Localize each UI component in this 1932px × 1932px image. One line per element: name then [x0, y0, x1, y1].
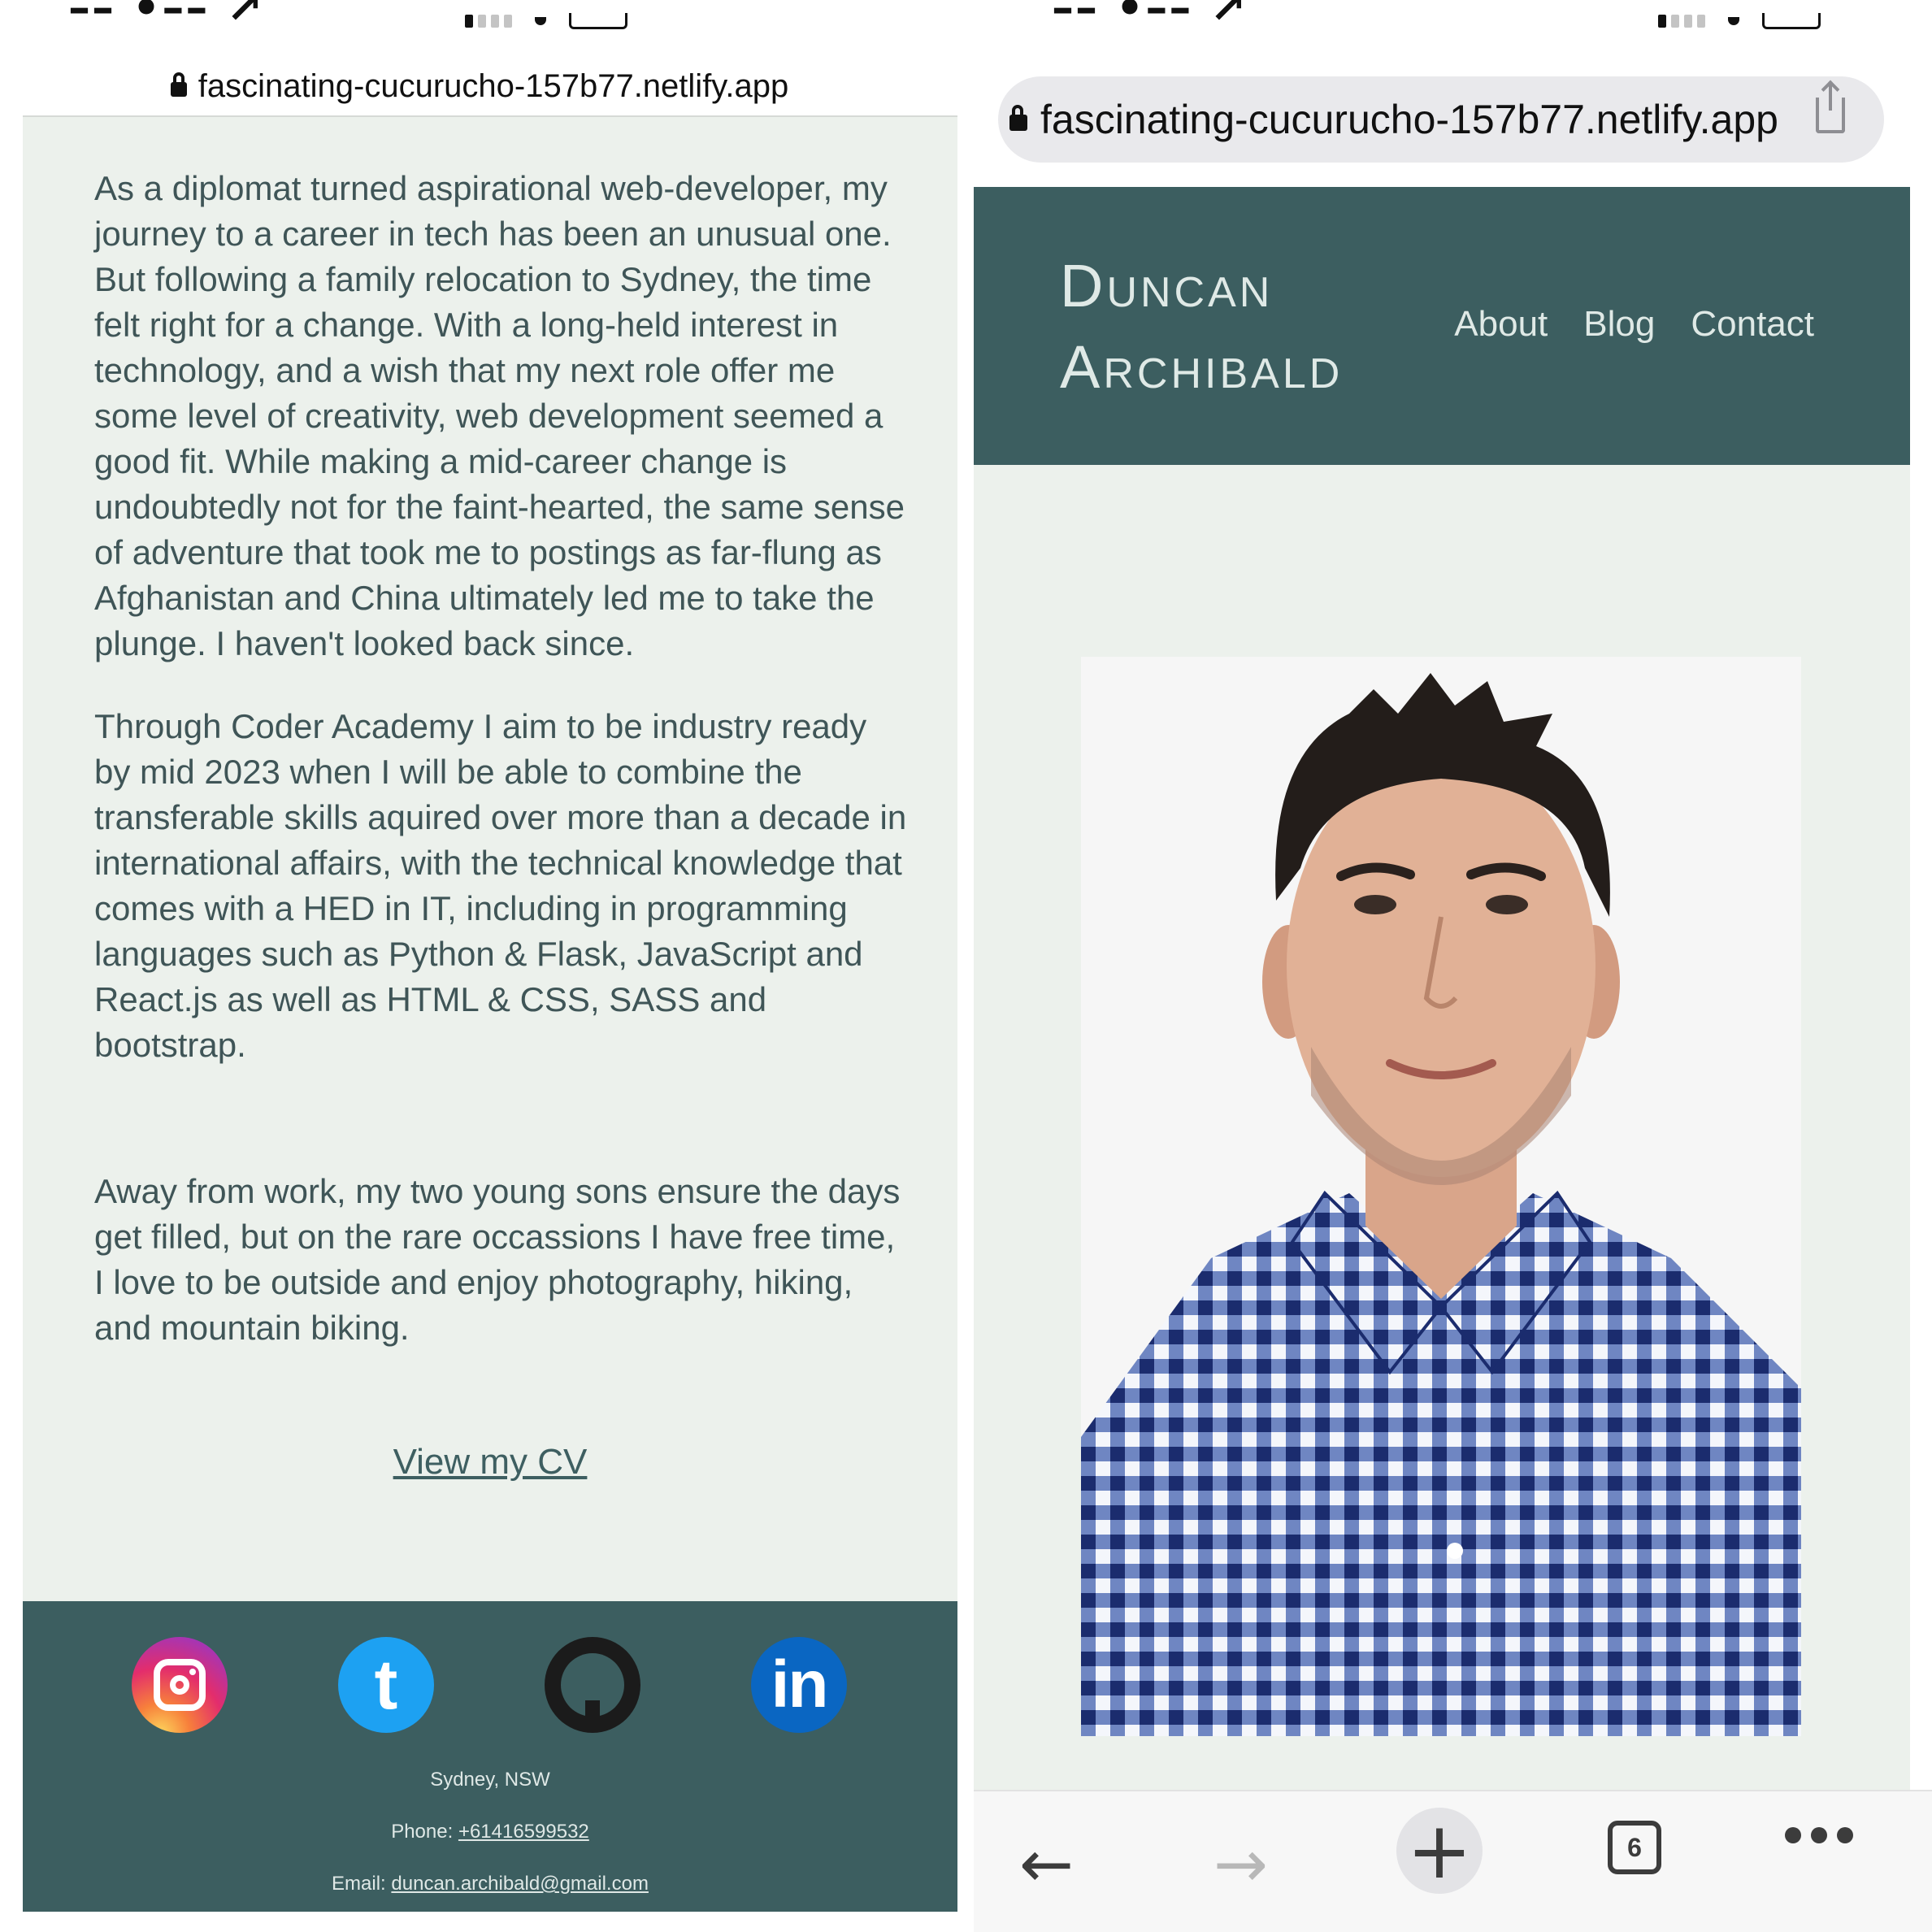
- site-brand[interactable]: Duncan Archibald: [1060, 245, 1343, 408]
- wifi-icon: [1728, 17, 1739, 25]
- twitter-icon[interactable]: t: [338, 1637, 434, 1733]
- nav-contact[interactable]: Contact: [1691, 304, 1814, 345]
- brand-last-name: Archibald: [1060, 333, 1344, 401]
- right-phone-screen: –– •–– ↗ fascinating-cucurucho-157b77.ne…: [959, 0, 1932, 1932]
- forward-button[interactable]: →: [1213, 1832, 1268, 1897]
- site-header: Duncan Archibald About Blog Contact: [974, 187, 1910, 465]
- address-bar[interactable]: fascinating-cucurucho-157b77.netlify.app: [0, 57, 959, 115]
- main-nav: About Blog Contact: [1454, 304, 1814, 345]
- nav-about[interactable]: About: [1454, 304, 1548, 345]
- social-links: t in: [23, 1637, 957, 1734]
- new-tab-button[interactable]: +: [1396, 1808, 1483, 1894]
- footer-location: Sydney, NSW: [430, 1769, 550, 1791]
- phone-label: Phone:: [391, 1821, 458, 1843]
- about-text: As a diplomat turned aspirational web-de…: [94, 166, 907, 1388]
- left-phone-screen: –– •–– ↗ fascinating-cucurucho-157b77.ne…: [0, 0, 959, 1932]
- status-icons: [1658, 13, 1821, 29]
- more-menu-icon[interactable]: [1785, 1827, 1853, 1843]
- lock-icon: [1009, 105, 1027, 131]
- status-icons: [465, 13, 627, 29]
- lock-icon: [170, 72, 187, 97]
- about-paragraph-2: Through Coder Academy I aim to be indust…: [94, 707, 907, 1064]
- battery-icon: [569, 13, 627, 29]
- profile-photo: [1081, 657, 1801, 1736]
- status-time-cropped: –– •–– ↗: [1052, 0, 1248, 33]
- instagram-icon[interactable]: [132, 1637, 228, 1733]
- status-bar: –– •–– ↗: [959, 0, 1932, 41]
- signal-icon: [1658, 15, 1705, 28]
- view-cv-link[interactable]: View my CV: [23, 1442, 957, 1483]
- browser-toolbar: ← → + 6: [974, 1790, 1932, 1932]
- about-paragraph-3: Away from work, my two young sons ensure…: [94, 1172, 901, 1347]
- footer-email: Email: duncan.archibald@gmail.com: [23, 1873, 957, 1895]
- home-page: Duncan Archibald About Blog Contact: [974, 187, 1910, 1790]
- camera-glyph: [154, 1659, 206, 1711]
- octocat-glyph: [561, 1653, 624, 1725]
- battery-icon: [1762, 13, 1821, 29]
- email-link[interactable]: duncan.archibald@gmail.com: [391, 1873, 649, 1895]
- nav-blog[interactable]: Blog: [1583, 304, 1655, 345]
- status-bar: –– •–– ↗: [0, 0, 959, 41]
- footer-phone: Phone: +61416599532: [23, 1821, 957, 1843]
- status-time-cropped: –– •–– ↗: [68, 0, 265, 33]
- address-bar[interactable]: fascinating-cucurucho-157b77.netlify.app: [998, 76, 1884, 163]
- share-icon[interactable]: [1816, 83, 1845, 133]
- signal-icon: [465, 15, 512, 28]
- tab-switcher-button[interactable]: 6: [1608, 1821, 1661, 1874]
- url-text: fascinating-cucurucho-157b77.netlify.app: [198, 67, 789, 104]
- site-footer: t in Sydney, NSW Phone: +61416599532 Ema…: [23, 1601, 957, 1912]
- email-label: Email:: [332, 1873, 392, 1895]
- brand-first-name: Duncan: [1060, 252, 1274, 319]
- phone-link[interactable]: +61416599532: [458, 1821, 589, 1843]
- github-icon[interactable]: [545, 1637, 640, 1733]
- wifi-icon: [535, 17, 546, 25]
- about-page: As a diplomat turned aspirational web-de…: [23, 115, 957, 1912]
- url-text: fascinating-cucurucho-157b77.netlify.app: [1040, 97, 1778, 142]
- back-button[interactable]: ←: [1019, 1832, 1074, 1897]
- linkedin-icon[interactable]: in: [751, 1637, 847, 1733]
- about-paragraph-1: As a diplomat turned aspirational web-de…: [94, 169, 905, 662]
